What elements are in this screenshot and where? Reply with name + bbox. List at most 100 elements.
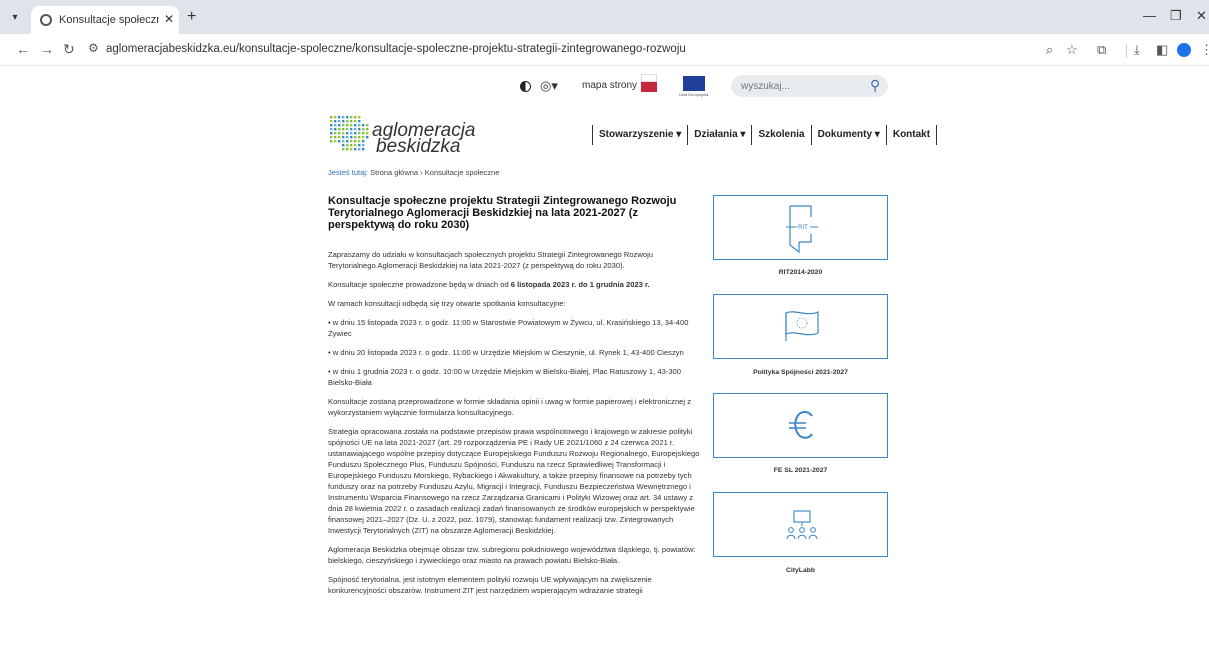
logo-dot	[334, 120, 337, 123]
card-fe-sl[interactable]	[713, 393, 888, 458]
logo-dot	[366, 128, 369, 131]
restore-icon[interactable]: ❐	[1170, 8, 1182, 24]
logo-dot	[350, 120, 353, 123]
search-icon[interactable]: ⚲	[870, 77, 880, 94]
dates-intro: Konsultacje społeczne prowadzone będą w …	[328, 280, 511, 289]
address-url[interactable]: aglomeracjabeskidzka.eu/konsultacje-spol…	[106, 43, 686, 55]
logo-dot	[338, 120, 341, 123]
logo-dot	[354, 148, 357, 151]
logo-dot	[334, 136, 337, 139]
logo-dot	[330, 116, 333, 119]
side-panel-icon[interactable]: ◧	[1156, 42, 1168, 58]
logo-dot	[342, 132, 345, 135]
nav-stowarzyszenie[interactable]: Stowarzyszenie ▾	[592, 125, 687, 145]
minimize-icon[interactable]: —	[1143, 8, 1156, 23]
extensions-icon[interactable]: ⧉	[1097, 42, 1106, 58]
accessibility-eye-icon[interactable]: ◎▾	[540, 78, 558, 94]
logo-dot	[346, 144, 349, 147]
contrast-toggle-icon[interactable]	[520, 81, 531, 92]
browser-tab[interactable]: Konsultacje społeczne projektu ✕	[31, 6, 179, 34]
article-paragraph: Strategia opracowana została na podstawi…	[328, 427, 700, 535]
consultation-dates: Konsultacje społeczne prowadzone będą w …	[328, 279, 702, 290]
tab-close-icon[interactable]: ✕	[164, 12, 174, 26]
breadcrumb-lead: Jesteś tutaj:	[328, 168, 369, 177]
nav-kontakt[interactable]: Kontakt	[885, 125, 938, 145]
logo-dot	[358, 116, 361, 119]
logo-dot	[358, 132, 361, 135]
breadcrumb: Jesteś tutaj: Strona główna › Konsultacj…	[328, 168, 499, 177]
logo-dot	[362, 140, 365, 143]
logo-dot	[342, 148, 345, 151]
logo-dot	[358, 148, 361, 151]
close-window-icon[interactable]: ✕	[1196, 8, 1207, 24]
nav-dzialania[interactable]: Działania ▾	[687, 125, 751, 145]
dates-bold: 6 listopada 2023 r. do 1 grudnia 2023 r.	[510, 280, 650, 289]
breadcrumb-separator: ›	[420, 168, 423, 177]
back-icon[interactable]: ←	[16, 41, 30, 57]
logo-dot	[354, 140, 357, 143]
browser-menu-icon[interactable]: ⋮	[1200, 42, 1209, 58]
article-paragraph: W ramach konsultacji odbędą się trzy otw…	[328, 299, 566, 308]
profile-avatar-icon[interactable]	[1177, 43, 1191, 57]
meeting-item: • w dniu 15 listopada 2023 r. o godz. 11…	[328, 318, 689, 338]
card-rit-label[interactable]: RIT2014-2020	[713, 269, 888, 276]
logo-dot	[334, 132, 337, 135]
eu-flag-logo-icon[interactable]	[683, 76, 705, 91]
logo-dot	[354, 136, 357, 139]
card-citylabb[interactable]	[713, 492, 888, 557]
nav-dokumenty[interactable]: Dokumenty ▾	[810, 125, 886, 145]
page-title: Konsultacje społeczne projektu Strategii…	[328, 195, 677, 231]
sitemap-link[interactable]: mapa strony	[582, 80, 637, 91]
logo-dot	[366, 132, 369, 135]
zoom-icon[interactable]: ⌕	[1046, 42, 1053, 58]
logo-dot	[330, 124, 333, 127]
logo-dot	[354, 120, 357, 123]
logo-dot	[358, 144, 361, 147]
new-tab-icon[interactable]: +	[187, 8, 196, 26]
logo-dot	[346, 124, 349, 127]
logo-dot	[350, 148, 353, 151]
article-paragraph: Zapraszamy do udziału w konsultacjach sp…	[328, 250, 654, 270]
logo-dot	[350, 136, 353, 139]
logo-dot	[338, 128, 341, 131]
logo-text-line2[interactable]: beskidzka	[376, 136, 461, 158]
nav-szkolenia[interactable]: Szkolenia	[751, 125, 810, 145]
card-fe-sl-label[interactable]: FE SL 2021-2027	[713, 467, 888, 474]
logo-dot	[366, 124, 369, 127]
logo-dot	[354, 132, 357, 135]
article: Konsultacje społeczne projektu Strategii…	[328, 195, 702, 604]
euro-icon	[789, 411, 813, 439]
breadcrumb-current: Konsultacje społeczne	[424, 168, 500, 177]
address-bar[interactable]: ⚙ aglomeracjabeskidzka.eu/konsultacje-sp…	[82, 39, 1082, 61]
card-polityka-label[interactable]: Polityka Spójności 2021-2027	[713, 369, 888, 376]
site-info-icon[interactable]: ⚙	[88, 41, 99, 55]
forward-icon[interactable]: →	[40, 41, 54, 57]
downloads-icon[interactable]: ⤓	[1134, 42, 1140, 58]
reload-icon[interactable]: ↻	[63, 41, 75, 58]
card-rit[interactable]: RIT	[713, 195, 888, 260]
logo-dot	[358, 140, 361, 143]
logo-dot	[334, 124, 337, 127]
rit-door-icon: RIT	[786, 205, 818, 254]
logo-dot	[350, 124, 353, 127]
logo-dot	[330, 128, 333, 131]
logo-dots-icon[interactable]	[328, 114, 370, 154]
logo-dot	[338, 124, 341, 127]
breadcrumb-home[interactable]: Strona główna	[370, 168, 418, 177]
logo-dot	[342, 140, 345, 143]
card-citylabb-label[interactable]: CityLabb	[713, 567, 888, 574]
tab-favicon-icon	[40, 14, 52, 26]
bookmark-star-icon[interactable]: ☆	[1066, 42, 1078, 58]
bip-logo-icon[interactable]	[641, 74, 657, 92]
card-polityka-spojnosci[interactable]	[713, 294, 888, 359]
tab-search-chevron-icon[interactable]: ▾	[6, 9, 24, 27]
logo-dot	[362, 124, 365, 127]
search-input[interactable]	[741, 79, 851, 93]
logo-dot	[366, 136, 369, 139]
logo-dot	[342, 124, 345, 127]
logo-dot	[334, 128, 337, 131]
logo-dot	[358, 128, 361, 131]
logo-dot	[338, 116, 341, 119]
meeting-item: • w dniu 1 grudnia 2023 r. o godz. 10:00…	[328, 367, 681, 387]
logo-dot	[350, 132, 353, 135]
